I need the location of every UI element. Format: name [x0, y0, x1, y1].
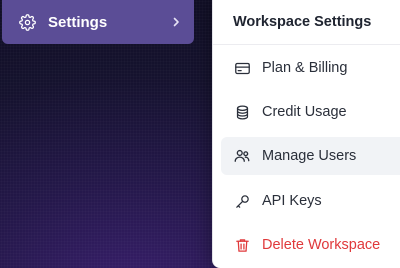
gear-icon	[18, 13, 36, 31]
menu-item-label: Credit Usage	[262, 104, 347, 120]
menu-divider	[213, 44, 400, 45]
menu-item-credit-usage[interactable]: Credit Usage	[221, 93, 400, 131]
credit-card-icon	[233, 59, 251, 77]
coins-icon	[233, 103, 251, 121]
settings-label: Settings	[48, 13, 108, 31]
menu-item-label: Delete Workspace	[262, 237, 381, 253]
settings-nav-button[interactable]: Settings	[2, 0, 194, 44]
workspace-settings-menu: Workspace Settings Plan & Billing Credit…	[212, 0, 400, 268]
menu-item-api-keys[interactable]: API Keys	[221, 182, 400, 220]
users-icon	[233, 147, 251, 165]
menu-item-manage-users[interactable]: Manage Users	[221, 137, 400, 175]
trash-icon	[233, 236, 251, 254]
chevron-right-icon	[170, 16, 182, 28]
menu-title: Workspace Settings	[233, 14, 372, 30]
menu-item-label: Plan & Billing	[262, 60, 348, 76]
menu-item-plan-billing[interactable]: Plan & Billing	[221, 49, 400, 87]
app-background: Settings Workspace Settings Plan & Billi…	[0, 0, 400, 268]
menu-item-label: Manage Users	[262, 148, 357, 164]
key-icon	[233, 192, 251, 210]
menu-item-delete-workspace[interactable]: Delete Workspace	[221, 226, 400, 264]
menu-item-label: API Keys	[262, 193, 322, 209]
